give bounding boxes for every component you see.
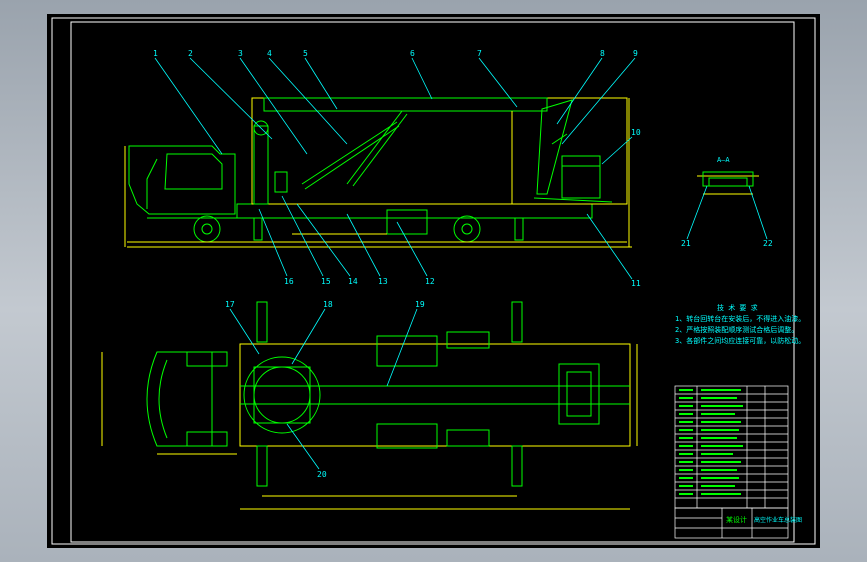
cad-viewport[interactable]: 1 2 3 4 5 6 7 8 9 10 11 12 13 14 15 16 A… xyxy=(47,14,820,548)
callout-16: 16 xyxy=(284,277,294,286)
turntable-ring xyxy=(253,366,311,424)
callout-13: 13 xyxy=(378,277,388,286)
rear-wheel-hub xyxy=(461,223,473,235)
callout-18: 18 xyxy=(323,300,333,309)
callout-8: 8 xyxy=(600,49,605,58)
tech-req-line-1: 1、转台回转台在安装后，不得进入油漆。 xyxy=(675,314,805,323)
upper-arm-2 xyxy=(352,113,408,187)
plan-view xyxy=(101,301,638,510)
upper-arm xyxy=(346,110,403,185)
front-wheel-hub xyxy=(201,223,213,235)
callout-21: 21 xyxy=(681,239,691,248)
outrigger-rr xyxy=(511,445,523,487)
pump-unit xyxy=(274,171,288,193)
front-axle-wheels-top xyxy=(186,351,228,367)
callout-20: 20 xyxy=(317,470,327,479)
chassis-frame xyxy=(236,203,593,219)
tank-top xyxy=(376,335,438,367)
callout-10: 10 xyxy=(631,128,641,137)
title-block-org: 某设计 xyxy=(726,515,747,524)
callout-11: 11 xyxy=(631,279,641,288)
rear-wheels-top xyxy=(446,331,490,349)
callout-12: 12 xyxy=(425,277,435,286)
callout-7: 7 xyxy=(477,49,482,58)
callout-9: 9 xyxy=(633,49,638,58)
chassis-plan xyxy=(239,343,631,447)
side-view xyxy=(124,97,632,248)
rear-wheels-bottom xyxy=(446,429,490,447)
callout-2: 2 xyxy=(188,49,193,58)
fly-jib xyxy=(536,99,573,195)
section-a-a xyxy=(686,171,768,240)
callout-3: 3 xyxy=(238,49,243,58)
platform-base xyxy=(533,197,613,203)
side-view-callouts: 1 2 3 4 5 6 7 8 9 10 11 12 13 14 15 16 xyxy=(153,49,641,288)
work-platform xyxy=(561,155,601,199)
turntable-plan xyxy=(243,356,321,434)
lift-cylinder-2 xyxy=(304,125,400,190)
front-outrigger xyxy=(253,217,263,241)
truck-cab xyxy=(128,145,236,215)
section-title: A—A xyxy=(717,156,730,164)
tank-bottom xyxy=(376,423,438,449)
turntable-column xyxy=(253,125,269,205)
body-outline xyxy=(251,97,628,205)
side-view-leaders xyxy=(154,57,636,280)
outrigger-fl xyxy=(256,301,268,343)
cab-plan-inner xyxy=(158,359,168,439)
cab-window xyxy=(164,153,223,190)
callout-15: 15 xyxy=(321,277,331,286)
front-axle-wheels-bottom xyxy=(186,431,228,447)
callout-19: 19 xyxy=(415,300,425,309)
tech-req-line-3: 3、各部件之间均应连接可靠，以防松动。 xyxy=(675,336,805,345)
callout-5: 5 xyxy=(303,49,308,58)
rear-wheel xyxy=(453,215,481,243)
lift-cylinder xyxy=(301,121,398,185)
front-wheel xyxy=(193,215,221,243)
callout-17: 17 xyxy=(225,300,235,309)
rear-outrigger xyxy=(514,217,524,241)
tool-box xyxy=(386,209,428,235)
title-block-drawing-title: 高空作业车总装图 xyxy=(754,516,802,524)
cad-drawing-canvas[interactable]: 1 2 3 4 5 6 7 8 9 10 11 12 13 14 15 16 A… xyxy=(47,14,820,548)
tech-req-title: 技 术 要 求 xyxy=(717,303,758,312)
outrigger-rl xyxy=(511,301,523,343)
callout-14: 14 xyxy=(348,277,358,286)
cab-door xyxy=(146,158,158,209)
jib-link xyxy=(551,133,568,145)
tech-requirements: 技 术 要 求 1、转台回转台在安装后，不得进入油漆。 2、严格按照装配顺序测试… xyxy=(675,303,805,345)
plan-view-leaders xyxy=(229,308,418,470)
main-boom xyxy=(263,97,548,112)
callout-4: 4 xyxy=(267,49,272,58)
platform-plan xyxy=(558,363,600,425)
platform-plan-inner xyxy=(566,371,592,417)
callout-1: 1 xyxy=(153,49,158,58)
callout-6: 6 xyxy=(410,49,415,58)
outrigger-fr xyxy=(256,445,268,487)
callout-22: 22 xyxy=(763,239,773,248)
tech-req-line-2: 2、严格按照装配顺序测试合格后调整。 xyxy=(675,325,798,334)
